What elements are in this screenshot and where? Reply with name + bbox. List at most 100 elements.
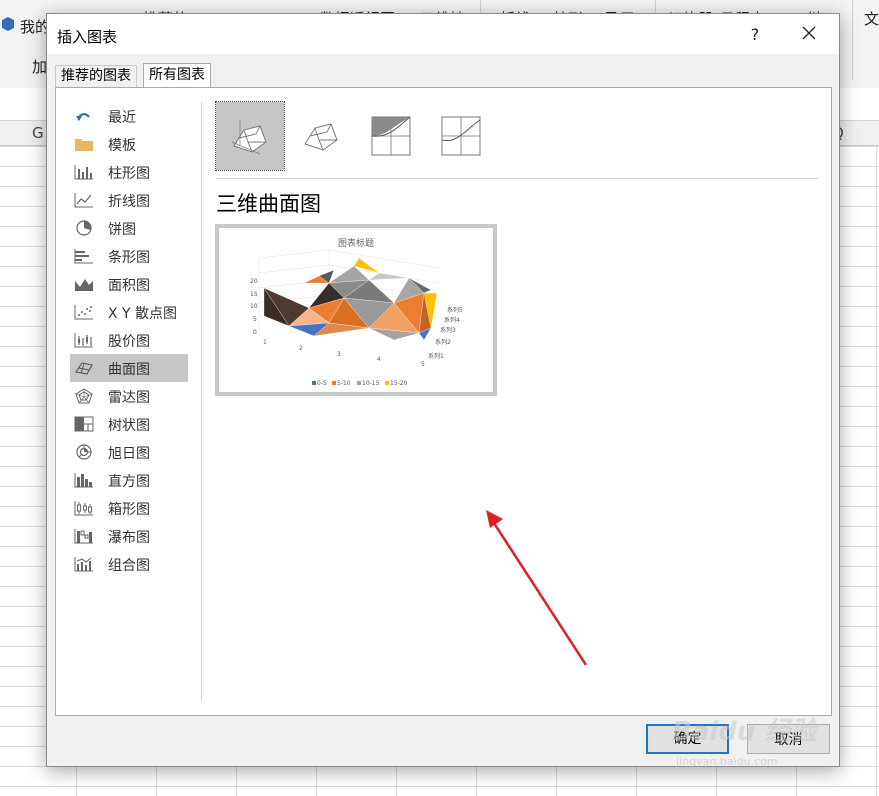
- chart-type-label: X Y 散点图: [108, 306, 178, 322]
- chart-preview[interactable]: 图表标题 20 15 10 5 0 1 2 3 4 5 系列5 系列4 系列3 …: [215, 224, 497, 396]
- contour-icon: [371, 116, 411, 156]
- series-axis-label: 系列5: [447, 306, 463, 314]
- chart-type-waterfall[interactable]: 瀑布图: [70, 522, 188, 550]
- chart-type-label: 旭日图: [108, 446, 150, 462]
- y-tick-label: 5: [253, 316, 257, 323]
- legend-label: 15-20: [390, 380, 408, 387]
- x-tick-label: 1: [263, 339, 267, 346]
- chart-type-column[interactable]: 柱形图: [70, 158, 188, 186]
- chart-type-recent[interactable]: 最近: [70, 102, 188, 130]
- line-chart-icon: [74, 192, 94, 208]
- subtype-divider: [216, 178, 818, 179]
- y-tick-label: 15: [250, 291, 258, 298]
- insert-chart-dialog: 插入图表 ? 推荐的图表 所有图表 最近 模板 柱形图 折线图 饼图 条形图 面…: [46, 13, 840, 767]
- wireframe-contour-icon: [441, 116, 481, 156]
- chart-type-label: 箱形图: [108, 502, 150, 518]
- chart-type-combo[interactable]: 组合图: [70, 550, 188, 578]
- chart-type-scatter[interactable]: X Y 散点图: [70, 298, 188, 326]
- surface-preview-graphic: 20 15 10 5 0 1 2 3 4 5 系列5 系列4 系列3 系列2 系…: [250, 249, 463, 387]
- series-axis-label: 系列4: [444, 316, 460, 324]
- ribbon-add-label[interactable]: 加: [32, 56, 47, 77]
- surface-chart-icon: [74, 360, 94, 376]
- chart-type-label: 雷达图: [108, 390, 150, 406]
- subtype-wireframe-3d-surface[interactable]: [287, 102, 355, 170]
- bar-chart-icon: [74, 248, 94, 264]
- y-tick-label: 10: [250, 303, 258, 310]
- sidebar-divider: [201, 102, 202, 700]
- y-tick-label: 0: [253, 329, 257, 336]
- chart-type-area[interactable]: 面积图: [70, 270, 188, 298]
- preview-legend: 0-5 5-10 10-15 15-20: [312, 380, 408, 387]
- chart-type-label: 条形图: [108, 250, 150, 266]
- x-tick-label: 4: [377, 356, 381, 363]
- radar-chart-icon: [74, 388, 94, 404]
- chart-type-label: 面积图: [108, 278, 150, 294]
- chart-type-stock[interactable]: 股价图: [70, 326, 188, 354]
- subtype-wireframe-contour[interactable]: [427, 102, 495, 170]
- folder-icon: [74, 136, 94, 152]
- chart-type-histogram[interactable]: 直方图: [70, 466, 188, 494]
- tab-all-charts[interactable]: 所有图表: [143, 63, 211, 88]
- wireframe-3d-surface-icon: [304, 123, 338, 151]
- legend-label: 5-10: [337, 380, 351, 387]
- recent-undo-icon: [74, 108, 94, 124]
- chart-type-label: 折线图: [108, 194, 150, 210]
- close-button[interactable]: [797, 20, 823, 48]
- combo-chart-icon: [74, 556, 94, 572]
- box-whisker-icon: [74, 500, 94, 516]
- chart-type-surface[interactable]: 曲面图: [70, 354, 188, 382]
- chart-type-treemap[interactable]: 树状图: [70, 410, 188, 438]
- subtype-3d-surface[interactable]: [215, 101, 285, 171]
- series-axis-label: 系列1: [428, 352, 444, 360]
- series-axis-label: 系列3: [440, 326, 456, 334]
- all-charts-panel: 最近 模板 柱形图 折线图 饼图 条形图 面积图 X Y 散点图 股价图 曲面图…: [55, 87, 832, 716]
- chart-type-list: 最近 模板 柱形图 折线图 饼图 条形图 面积图 X Y 散点图 股价图 曲面图…: [70, 102, 188, 578]
- area-chart-icon: [74, 276, 94, 292]
- watermark-name: Baidu 经验: [672, 717, 817, 747]
- column-header-g[interactable]: G: [32, 124, 44, 142]
- ribbon-text[interactable]: 文: [864, 8, 879, 29]
- chart-type-sunburst[interactable]: 旭日图: [70, 438, 188, 466]
- chart-type-label: 最近: [108, 110, 136, 126]
- chart-type-label: 直方图: [108, 474, 150, 490]
- dialog-title-bar[interactable]: 插入图表 ?: [47, 14, 839, 54]
- x-tick-label: 3: [337, 351, 341, 358]
- chart-type-label: 模板: [108, 138, 136, 154]
- legend-label: 10-15: [362, 380, 380, 387]
- chart-type-label: 瀑布图: [108, 530, 150, 546]
- pie-chart-icon: [74, 220, 94, 236]
- treemap-icon: [74, 416, 94, 432]
- chart-type-box-whisker[interactable]: 箱形图: [70, 494, 188, 522]
- chart-type-label: 饼图: [108, 222, 136, 238]
- x-tick-label: 2: [299, 345, 303, 352]
- waterfall-icon: [74, 528, 94, 544]
- chart-type-radar[interactable]: 雷达图: [70, 382, 188, 410]
- chart-type-label: 组合图: [108, 558, 150, 574]
- legend-swatch: [385, 381, 389, 385]
- histogram-icon: [74, 472, 94, 488]
- chart-type-label: 柱形图: [108, 166, 150, 182]
- baidu-watermark: Baidu 经验 jingyan.baidu.com: [672, 703, 872, 773]
- chart-type-label: 股价图: [108, 334, 150, 350]
- legend-swatch: [357, 381, 361, 385]
- watermark-url: jingyan.baidu.com: [676, 755, 778, 768]
- series-axis-label: 系列2: [435, 338, 451, 346]
- legend-swatch: [312, 381, 316, 385]
- dialog-title: 插入图表: [57, 28, 118, 46]
- help-button[interactable]: ?: [747, 25, 763, 44]
- surface-polygons: [263, 257, 438, 341]
- chart-type-label: 曲面图: [108, 362, 150, 378]
- scatter-chart-icon: [74, 304, 94, 320]
- ribbon-logo-icon: [0, 16, 16, 32]
- 3d-surface-icon: [231, 120, 267, 155]
- legend-swatch: [332, 381, 336, 385]
- ribbon-separator: [852, 0, 853, 80]
- chart-subtype-title: 三维曲面图: [216, 192, 321, 216]
- subtype-contour[interactable]: [357, 102, 425, 170]
- tab-recommended-charts[interactable]: 推荐的图表: [55, 65, 137, 87]
- chart-type-bar[interactable]: 条形图: [70, 242, 188, 270]
- chart-type-line[interactable]: 折线图: [70, 186, 188, 214]
- chart-type-templates[interactable]: 模板: [70, 130, 188, 158]
- chart-type-pie[interactable]: 饼图: [70, 214, 188, 242]
- legend-label: 0-5: [317, 380, 327, 387]
